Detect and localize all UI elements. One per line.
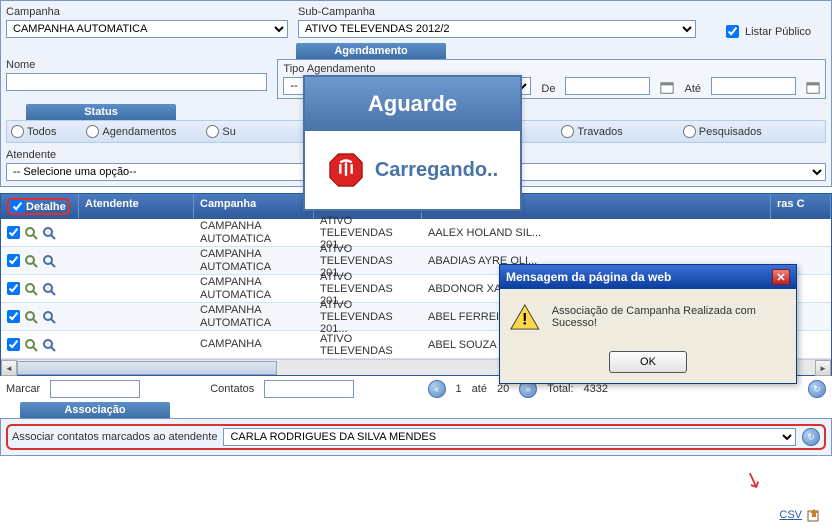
magnifier-icon[interactable]: [42, 254, 56, 268]
listar-publico-checkbox[interactable]: [726, 25, 739, 38]
loading-title: Aguarde: [305, 77, 520, 131]
warning-icon: !: [510, 303, 540, 331]
row-checkbox[interactable]: [7, 282, 20, 295]
total-value: 4332: [584, 383, 608, 395]
row-checkbox[interactable]: [7, 310, 20, 323]
dialog-message: Associação de Campanha Realizada com Suc…: [552, 305, 786, 329]
contatos-input[interactable]: [264, 380, 354, 398]
cell-campanha: CAMPANHA AUTOMATICA: [194, 302, 314, 330]
de-label: De: [541, 83, 555, 95]
associacao-header: Associação: [20, 402, 170, 418]
magnifier-icon[interactable]: [24, 282, 38, 296]
de-input[interactable]: [565, 77, 650, 95]
prev-page-button[interactable]: «: [428, 380, 446, 398]
stop-icon: [327, 151, 365, 189]
page-current: 1: [456, 383, 462, 395]
magnifier-icon[interactable]: [42, 282, 56, 296]
status-pesq-radio[interactable]: [683, 125, 696, 138]
ate-label: Até: [684, 83, 701, 95]
row-checkbox[interactable]: [7, 254, 20, 267]
status-agend-radio[interactable]: [86, 125, 99, 138]
agendamento-header: Agendamento: [296, 43, 446, 59]
magnifier-icon[interactable]: [24, 254, 38, 268]
select-all-checkbox[interactable]: [11, 200, 24, 213]
loading-text: Carregando..: [375, 159, 498, 182]
scroll-right-icon[interactable]: ►: [815, 360, 831, 376]
status-header: Status: [26, 104, 176, 120]
associacao-panel: Associar contatos marcados ao atendente …: [0, 418, 832, 456]
cell-campanha: CAMPANHA: [194, 336, 314, 352]
calendar-icon[interactable]: [806, 81, 820, 95]
status-todos-radio[interactable]: [11, 125, 24, 138]
magnifier-icon[interactable]: [42, 338, 56, 352]
outras-header: ras C: [771, 194, 831, 219]
marcar-input[interactable]: [50, 380, 140, 398]
export-icon[interactable]: [806, 507, 822, 523]
csv-link[interactable]: CSV: [779, 509, 802, 521]
loading-overlay: Aguarde Carregando..: [303, 75, 522, 211]
subcampanha-label: Sub-Campanha: [298, 6, 696, 18]
magnifier-icon[interactable]: [42, 226, 56, 240]
cell-campanha: CAMPANHA AUTOMATICA: [194, 246, 314, 274]
campanha-label: Campanha: [6, 6, 288, 18]
dialog-title: Mensagem da página da web: [506, 270, 671, 284]
magnifier-icon[interactable]: [42, 310, 56, 324]
page-size: 20: [497, 383, 509, 395]
associar-go-button[interactable]: ↻: [802, 428, 820, 446]
row-checkbox[interactable]: [7, 338, 20, 351]
magnifier-icon[interactable]: [24, 226, 38, 240]
scroll-left-icon[interactable]: ◄: [1, 360, 17, 376]
nome-input[interactable]: [6, 73, 267, 91]
scroll-thumb[interactable]: [17, 361, 277, 375]
calendar-icon[interactable]: [660, 81, 674, 95]
cell-campanha: CAMPANHA AUTOMATICA: [194, 274, 314, 302]
associar-select[interactable]: CARLA RODRIGUES DA SILVA MENDES: [223, 428, 796, 446]
total-label: Total:: [547, 383, 573, 395]
ate-input[interactable]: [711, 77, 796, 95]
row-checkbox[interactable]: [7, 226, 20, 239]
associar-label: Associar contatos marcados ao atendente: [12, 431, 217, 443]
campanha-select[interactable]: CAMPANHA AUTOMATICA: [6, 20, 288, 38]
annotation-arrow: ↘: [740, 465, 766, 496]
status-su-radio[interactable]: [206, 125, 219, 138]
close-icon[interactable]: ✕: [772, 269, 790, 285]
cell-campanha: CAMPANHA AUTOMATICA: [194, 218, 314, 246]
atendente-header: Atendente: [79, 194, 194, 219]
cell-nome: AALEX HOLAND SIL...: [422, 225, 831, 241]
magnifier-icon[interactable]: [24, 310, 38, 324]
marcar-label: Marcar: [6, 383, 40, 395]
campanha-header: Campanha: [194, 194, 314, 219]
listar-publico-label: Listar Público: [745, 26, 811, 38]
detalhe-header: Detalhe: [26, 201, 66, 213]
subcampanha-select[interactable]: ATIVO TELEVENDAS 2012/2: [298, 20, 696, 38]
ok-button[interactable]: OK: [609, 351, 687, 373]
magnifier-icon[interactable]: [24, 338, 38, 352]
nome-label: Nome: [6, 59, 267, 71]
message-dialog: Mensagem da página da web ✕ ! Associação…: [499, 264, 797, 384]
cell-subcampanha: ATIVO TELEVENDAS: [314, 331, 422, 359]
tipo-agend-label: Tipo Agendamento: [283, 63, 531, 75]
contatos-label: Contatos: [210, 383, 254, 395]
svg-text:!: !: [522, 309, 528, 328]
status-travados-radio[interactable]: [561, 125, 574, 138]
refresh-button[interactable]: ↻: [808, 380, 826, 398]
